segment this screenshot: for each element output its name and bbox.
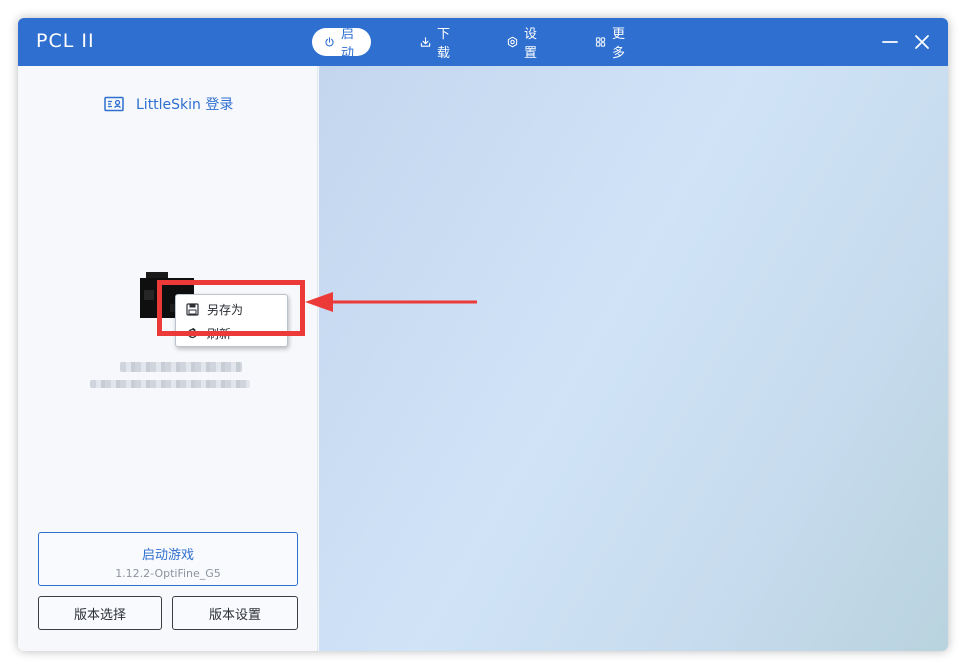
power-icon [325, 37, 334, 47]
selected-version-label: 1.12.2-OptiFine_G5 [115, 567, 221, 580]
littleskin-login-link[interactable]: LittleSkin 登录 [104, 94, 233, 114]
download-icon [420, 37, 431, 47]
player-name-blurred [120, 362, 242, 372]
tab-download-label: 下载 [437, 27, 451, 61]
player-email-blurred [90, 380, 250, 388]
tab-launch-label: 启动 [341, 27, 355, 61]
sidebar: LittleSkin 登录 另存为 刷新 启动游戏 1.12.2-OptiFin… [18, 66, 318, 651]
title-bar: PCL II 启动 下载 设置 更多 [18, 18, 948, 66]
tab-more-label: 更多 [612, 27, 626, 61]
tab-more[interactable]: 更多 [583, 27, 642, 61]
minimize-icon[interactable] [880, 32, 900, 52]
gear-icon [507, 36, 518, 48]
close-icon[interactable] [912, 32, 932, 52]
grid-icon [595, 37, 606, 47]
annotation-highlight-box [157, 280, 305, 336]
launch-game-label: 启动游戏 [141, 548, 194, 563]
login-label: LittleSkin 登录 [136, 97, 234, 113]
tab-launch[interactable]: 启动 [312, 27, 372, 61]
tab-download[interactable]: 下载 [408, 27, 467, 61]
main-content-area [319, 66, 948, 651]
app-title: PCL II [36, 30, 95, 52]
id-card-icon [104, 96, 124, 112]
version-settings-button[interactable]: 版本设置 [172, 596, 298, 630]
tab-settings[interactable]: 设置 [495, 27, 554, 61]
version-select-button[interactable]: 版本选择 [38, 596, 162, 630]
launch-game-button[interactable]: 启动游戏 1.12.2-OptiFine_G5 [38, 532, 298, 586]
annotation-arrow [305, 292, 477, 312]
tab-settings-label: 设置 [524, 27, 538, 61]
